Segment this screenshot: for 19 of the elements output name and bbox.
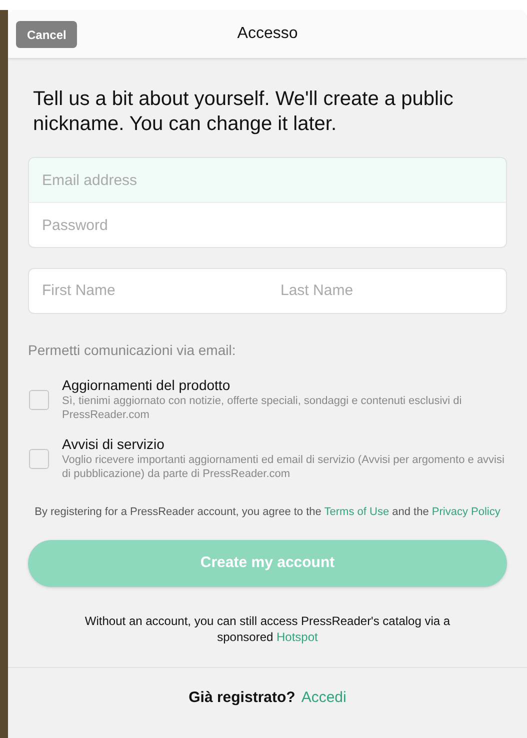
intro-text: Tell us a bit about yourself. We'll create a public nickname. You can change it later. (33, 87, 454, 137)
already-registered-text: Già registrato? (188, 688, 296, 708)
terms-link[interactable]: Terms of Use (324, 506, 390, 518)
hotspot-link[interactable]: Hotspot (276, 630, 318, 644)
checkbox[interactable] (29, 390, 49, 410)
dialog-title: Accesso (237, 24, 298, 44)
email-preferences-label: Permetti comunicazioni via email: (28, 341, 237, 360)
checkbox[interactable] (29, 448, 49, 468)
legal-text: By registering for a PressReader account, you agree to the Terms of Use and the Privacy Policy (34, 505, 502, 520)
cancel-button[interactable]: Cancel (16, 21, 78, 48)
password-field[interactable]: Password (28, 202, 507, 248)
privacy-link[interactable]: Privacy Policy (432, 506, 500, 518)
option-description: Voglio ricevere importanti aggiornamenti ed email di servizio (Avvisi per argomento e avvisi di pubblicazione) da parte di PressReader.com (62, 453, 506, 481)
hotspot-text: Without an account, you can still access PressReader's catalog via a sponsored Hotspot (84, 613, 452, 645)
login-link[interactable]: Accedi (301, 687, 346, 710)
option-title: Avvisi di servizio (62, 436, 166, 453)
option-title: Aggiornamenti del prodotto (62, 377, 232, 394)
email-field[interactable]: Email address (28, 157, 507, 203)
option-description: Sì, tienimi aggiornato con notizie, offerte speciali, sondaggi e contenuti esclusivi di PressReader.com (62, 394, 463, 422)
